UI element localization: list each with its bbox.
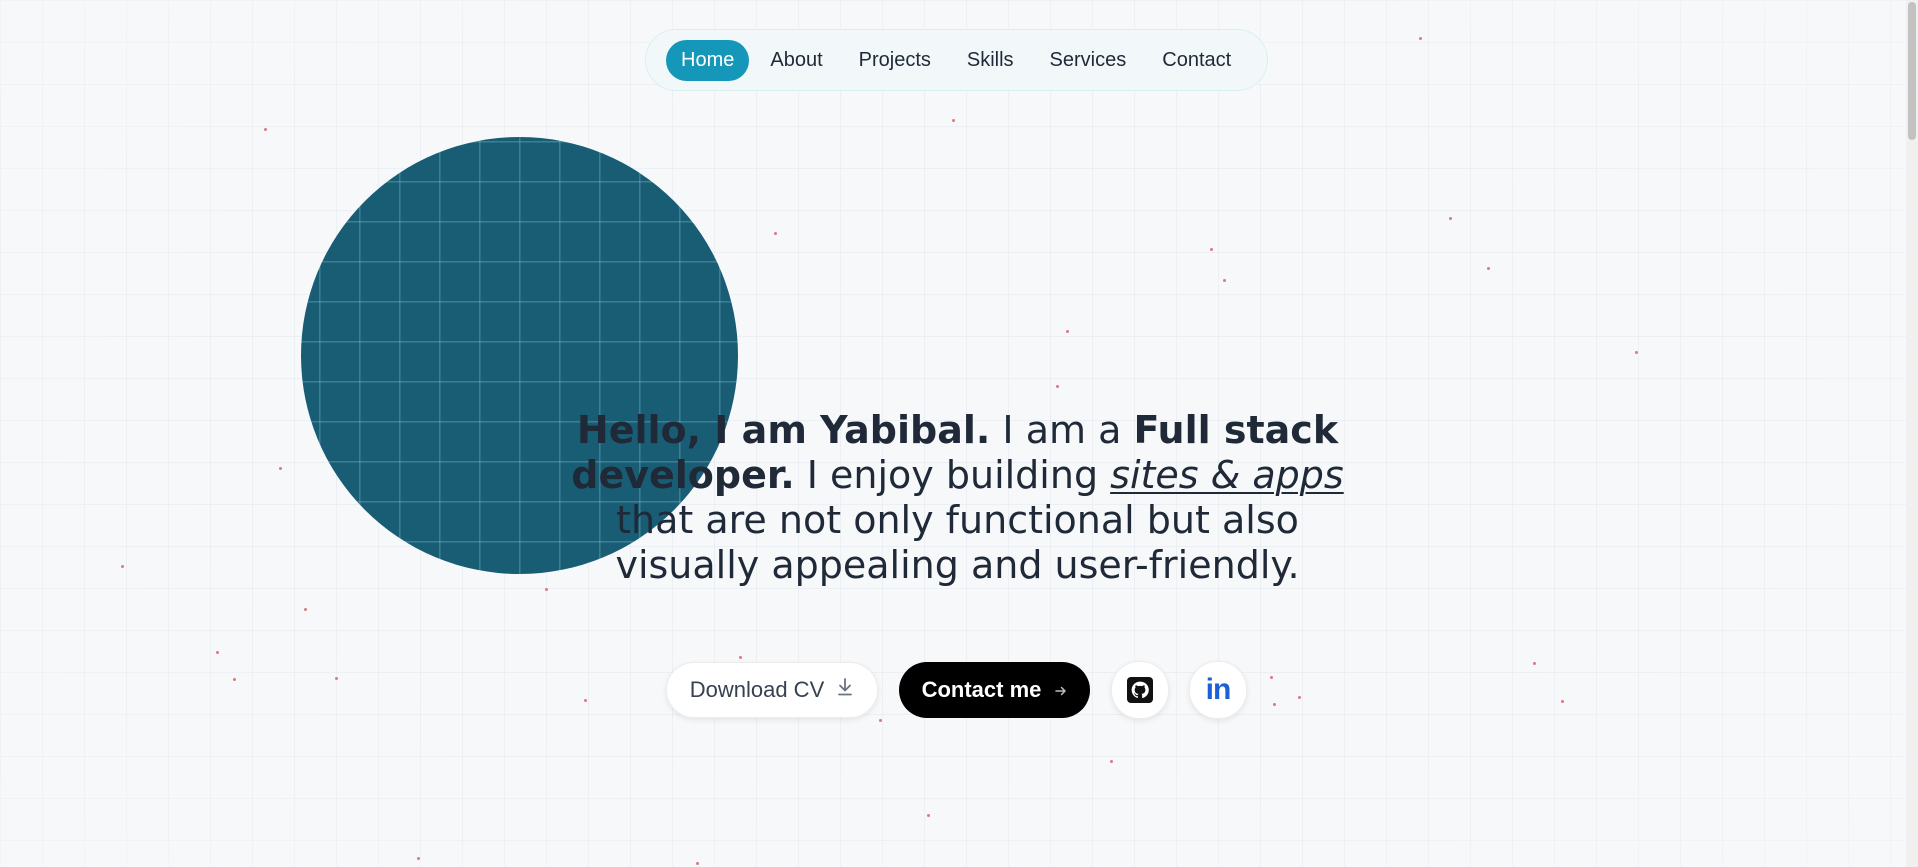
hero-role-prefix: I am a: [990, 408, 1134, 452]
hero-emphasis: sites & apps: [1110, 453, 1344, 497]
contact-me-button[interactable]: Contact me: [899, 662, 1090, 718]
page-scrollbar[interactable]: [1906, 0, 1918, 867]
nav-contact[interactable]: Contact: [1147, 40, 1246, 81]
hero-enjoy-prefix: I enjoy building: [794, 453, 1111, 497]
linkedin-button[interactable]: in: [1189, 661, 1247, 719]
hero-headline: Hello, I am Yabibal. I am a Full stack d…: [570, 408, 1345, 588]
download-icon: [836, 677, 854, 703]
hero-enjoy-suffix: that are not only functional but also vi…: [615, 498, 1300, 587]
github-icon: [1127, 677, 1153, 703]
main-nav: Home About Projects Skills Services Cont…: [645, 29, 1268, 91]
contact-me-label: Contact me: [921, 677, 1042, 702]
arrow-right-icon: [1055, 677, 1067, 703]
hero-intro: Hello, I am Yabibal.: [576, 408, 991, 452]
nav-projects[interactable]: Projects: [844, 40, 946, 81]
download-cv-button[interactable]: Download CV: [666, 662, 878, 718]
nav-about[interactable]: About: [755, 40, 837, 81]
github-button[interactable]: [1111, 661, 1169, 719]
scrollbar-thumb[interactable]: [1908, 2, 1916, 140]
download-cv-label: Download CV: [689, 677, 825, 702]
linkedin-icon: in: [1205, 673, 1232, 706]
nav-home[interactable]: Home: [666, 39, 750, 81]
nav-skills[interactable]: Skills: [952, 40, 1029, 81]
nav-services[interactable]: Services: [1035, 40, 1142, 81]
